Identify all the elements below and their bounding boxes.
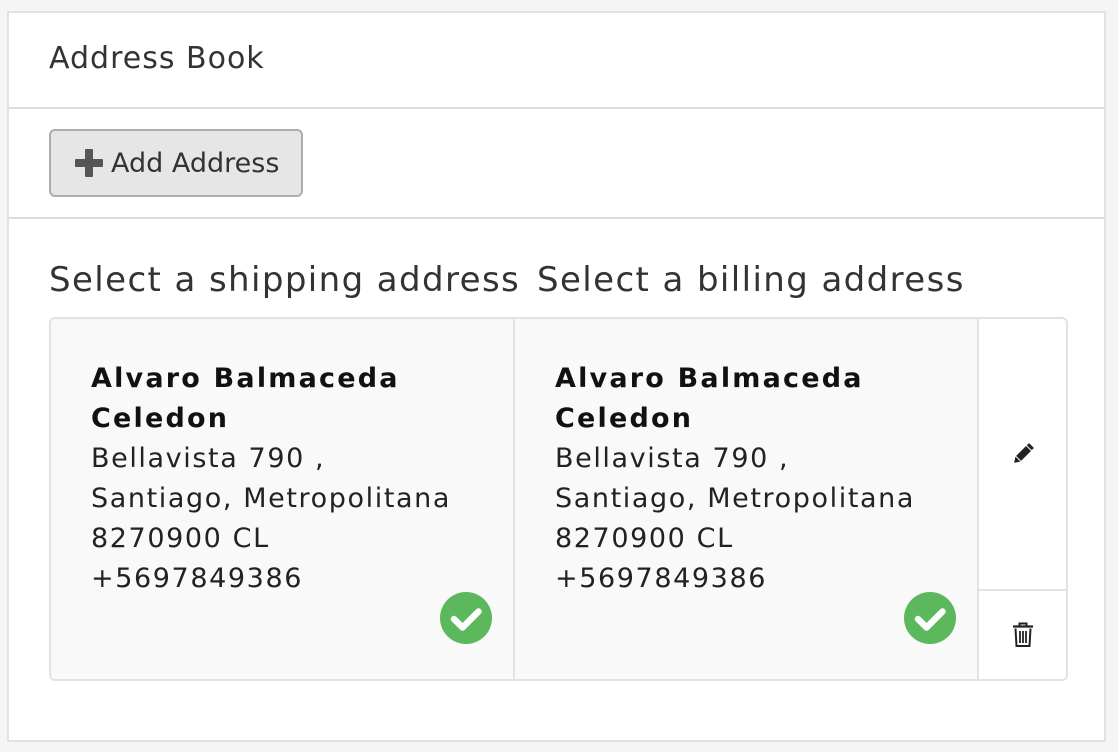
address-actions (979, 319, 1066, 679)
address-postal-country: 8270900 CL (555, 523, 734, 554)
address-name-continued: Celedon (555, 403, 694, 434)
address-city-region: Santiago, Metropolitana (555, 483, 916, 514)
address-entry: Alvaro Balmaceda Celedon Bellavista 790 … (49, 317, 1068, 681)
plus-icon (75, 149, 103, 177)
address-street: Bellavista 790 , (555, 443, 790, 474)
billing-address-option[interactable]: Alvaro Balmaceda Celedon Bellavista 790 … (515, 319, 979, 679)
shipping-address-option[interactable]: Alvaro Balmaceda Celedon Bellavista 790 … (51, 319, 515, 679)
shipping-address-text: Alvaro Balmaceda Celedon Bellavista 790 … (91, 359, 461, 599)
edit-address-button[interactable] (979, 319, 1066, 591)
delete-address-button[interactable] (979, 591, 1066, 679)
add-address-button[interactable]: Add Address (49, 129, 303, 197)
address-book-panel: Address Book Add Address Select a shippi… (7, 11, 1106, 742)
add-address-label: Add Address (111, 147, 280, 179)
check-circle-icon (440, 592, 492, 644)
address-street: Bellavista 790 , (91, 443, 326, 474)
address-name: Alvaro Balmaceda (91, 363, 400, 394)
billing-address-text: Alvaro Balmaceda Celedon Bellavista 790 … (555, 359, 925, 599)
check-circle-icon (904, 592, 956, 644)
toolbar: Add Address (9, 109, 1104, 219)
address-name-continued: Celedon (91, 403, 230, 434)
panel-title: Address Book (49, 41, 265, 76)
address-name: Alvaro Balmaceda (555, 363, 864, 394)
shipping-heading: Select a shipping address (49, 260, 521, 300)
address-city-region: Santiago, Metropolitana (91, 483, 452, 514)
trash-icon (1012, 622, 1033, 647)
address-postal-country: 8270900 CL (91, 523, 270, 554)
address-phone: +5697849386 (91, 563, 304, 594)
address-phone: +5697849386 (555, 563, 768, 594)
panel-header: Address Book (9, 13, 1104, 109)
pencil-icon (1013, 443, 1034, 463)
billing-heading: Select a billing address (537, 260, 965, 300)
